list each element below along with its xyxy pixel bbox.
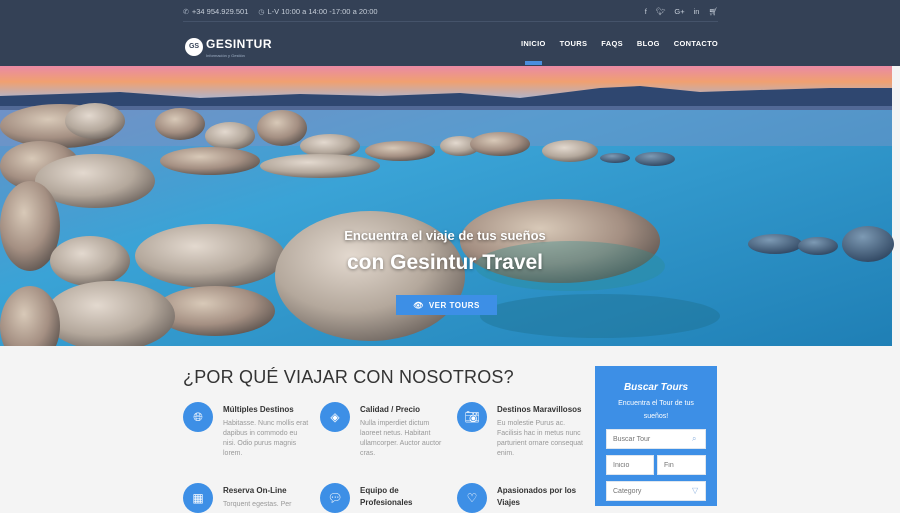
facebook-icon[interactable]: f [645, 7, 647, 16]
search-subtitle: Encuentra el Tour de tus sueños! [618, 400, 694, 420]
logo-tagline: Información y Gestión [206, 53, 245, 58]
filter-icon: ▽ [692, 486, 699, 495]
twitter-icon[interactable]: 🐦︎ [656, 7, 666, 16]
feature-desc: Habitasse. Nunc mollis erat dapibus in c… [223, 420, 309, 457]
clock-icon: ◷ [258, 8, 265, 16]
nav-tours[interactable]: TOURS [560, 39, 588, 48]
hours-text: L-V 10:00 a 14:00 -17:00 a 20:00 [267, 6, 378, 16]
nav-blog[interactable]: BLOG [637, 39, 660, 48]
feature-desc: Torquent egestas. Per [223, 501, 292, 508]
chat-icon: 💬︎ [320, 483, 350, 513]
feature-desc: Eu molestie Purus ac. Facilisis hac in m… [497, 420, 583, 457]
feature-desc: Nulla imperdiet dictum laoreet netus. Ha… [360, 420, 442, 457]
hero-banner: Encuentra el viaje de tus sueños con Ges… [0, 66, 900, 346]
start-date-input[interactable] [606, 455, 654, 475]
calendar-icon: ▦ [183, 483, 213, 513]
end-date-input[interactable] [657, 455, 706, 475]
category-select[interactable] [606, 481, 706, 501]
logo-name: GESINTUR [206, 37, 273, 51]
why-section-title: ¿POR QUÉ VIAJAR CON NOSOTROS? [183, 367, 514, 387]
contact-info: ✆ +34 954.929.501 ◷ L-V 10:00 a 14:00 -17:… [183, 7, 378, 16]
logo-wordmark: GESINTUR Información y Gestión [206, 35, 272, 58]
hero-subtitle: Encuentra el viaje de tus sueños [344, 228, 546, 243]
phone-icon: ✆ [183, 8, 189, 16]
search-tours-panel: Buscar Tours Encuentra el Tour de tus su… [595, 366, 717, 506]
social-links: f 🐦︎ G+ in 🛒︎ [645, 7, 718, 16]
hero-title: con Gesintur Travel [346, 251, 544, 274]
linkedin-icon[interactable]: in [694, 7, 700, 16]
feature-title: Apasionados por los Viajes [497, 486, 577, 507]
nav-contacto[interactable]: CONTACTO [674, 39, 718, 48]
feature-title: Equipo de Profesionales [360, 486, 413, 507]
feature-title: Reserva On-Line [223, 486, 287, 495]
ver-tours-button[interactable]: 👁︎ VER TOURS [396, 295, 497, 315]
logo[interactable]: GS GESINTUR Información y Gestión [185, 35, 272, 58]
search-title: Buscar Tours [623, 382, 689, 393]
feature-title: Calidad / Precio [360, 405, 421, 414]
google-plus-icon[interactable]: G+ [674, 7, 684, 16]
phone-info: ✆ +34 954.929.501 [183, 7, 248, 16]
hours-info: ◷ L-V 10:00 a 14:00 -17:00 a 20:00 [258, 7, 377, 16]
ver-tours-label: VER TOURS [428, 300, 480, 310]
logo-mark-icon: GS [185, 37, 203, 56]
feature-title: Destinos Maravillosos [497, 405, 582, 414]
nav-faqs[interactable]: FAQS [601, 39, 623, 48]
nav-inicio[interactable]: INICIO [521, 39, 546, 65]
cart-icon[interactable]: 🛒︎ [708, 7, 718, 16]
top-info-content: ✆ +34 954.929.501 ◷ L-V 10:00 a 14:00 -17:… [183, 0, 718, 22]
globe-icon: 🌐︎ [183, 402, 213, 432]
navbar [0, 22, 900, 66]
camera-icon: 📷︎ [457, 402, 487, 432]
main-nav: INICIO TOURS FAQS BLOG CONTACTO [521, 39, 718, 65]
tag-icon: ◈ [320, 402, 350, 432]
search-tour-input[interactable] [606, 429, 706, 449]
search-icon[interactable]: ⌕ [692, 434, 696, 444]
heart-icon: ♡ [457, 483, 487, 513]
feature-title: Múltiples Destinos [223, 405, 294, 414]
phone-text: +34 954.929.501 [191, 6, 249, 16]
eye-icon: 👁︎ [413, 300, 424, 310]
